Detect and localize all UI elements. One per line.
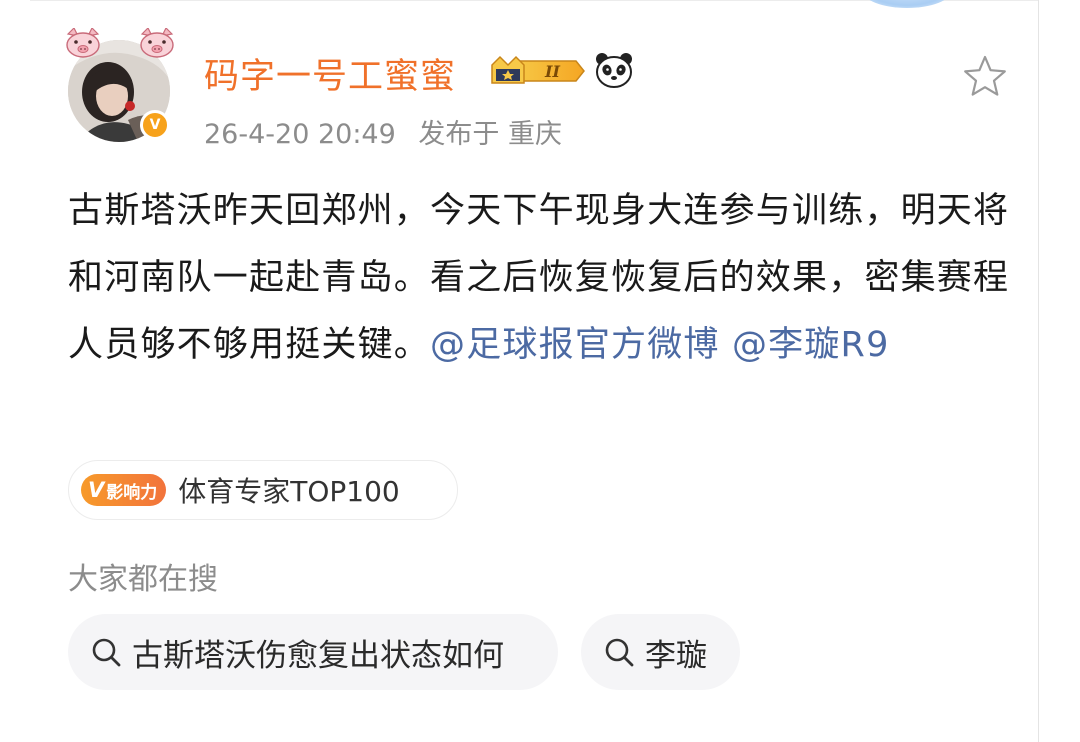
- influence-badge: V 影响力: [81, 474, 167, 506]
- level-badge-text: II: [544, 62, 560, 81]
- post-meta: 26-4-20 20:49 发布于 重庆: [204, 112, 576, 151]
- influence-badge-mark: V: [88, 478, 105, 502]
- post-content: 古斯塔沃昨天回郑州，今天下午现身大连参与训练，明天将和河南队一起赴青岛。看之后恢…: [68, 178, 1014, 379]
- top-decoration: [862, 0, 952, 8]
- panda-icon: [596, 53, 632, 88]
- influence-badge-label: 影响力: [106, 482, 158, 503]
- search-suggestion-chip[interactable]: 古斯塔沃伤愈复出状态如何: [68, 614, 558, 690]
- star-outline-icon[interactable]: [962, 54, 1008, 98]
- influence-tag-text: 体育专家TOP100: [178, 475, 400, 508]
- search-suggestion-text: 古斯塔沃伤愈复出状态如何: [132, 637, 504, 674]
- hot-search-title: 大家都在搜: [68, 562, 218, 597]
- search-icon: [605, 638, 634, 667]
- right-border: [1038, 0, 1039, 742]
- crown-badge-icon[interactable]: II: [490, 53, 586, 89]
- search-suggestion-chip[interactable]: 李璇: [581, 614, 740, 690]
- mention-link[interactable]: @足球报官方微博: [430, 325, 720, 365]
- influence-tag[interactable]: V 影响力 体育专家TOP100: [68, 460, 458, 520]
- verified-badge: V: [140, 110, 170, 140]
- post-timestamp: 26-4-20 20:49: [204, 119, 396, 150]
- post-location: 发布于 重庆: [418, 119, 562, 150]
- pig-face-icon: [66, 28, 100, 58]
- author-avatar-block[interactable]: V: [62, 28, 180, 146]
- mention-link[interactable]: @李璇R9: [732, 325, 890, 365]
- search-icon: [92, 638, 121, 667]
- search-suggestion-text: 李璇: [645, 637, 707, 674]
- pig-face-icon: [140, 28, 174, 58]
- author-name[interactable]: 码字一号工蜜蜜: [204, 48, 456, 99]
